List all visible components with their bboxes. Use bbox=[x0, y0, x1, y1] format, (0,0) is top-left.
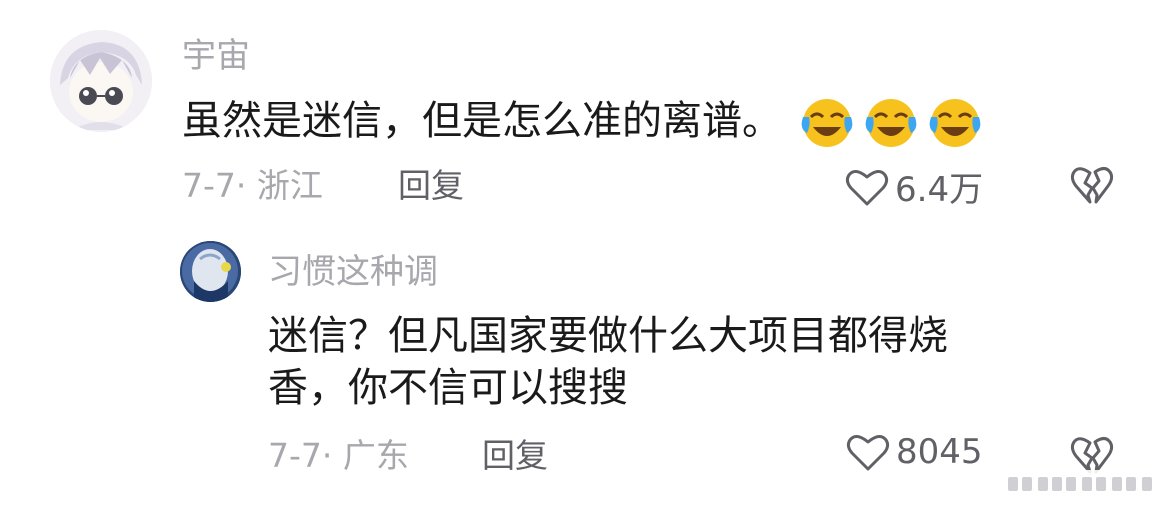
reply-button[interactable]: 回复 bbox=[482, 436, 548, 476]
avatar[interactable] bbox=[180, 241, 241, 302]
comment-meta: 7-7· 浙江 bbox=[182, 166, 323, 205]
comment-username[interactable]: 宇宙 bbox=[182, 36, 250, 76]
heart-icon bbox=[846, 435, 890, 471]
avatar[interactable] bbox=[50, 30, 152, 132]
laughing-crying-emoji bbox=[865, 99, 917, 147]
comment-text: 虽然是迷信，但是怎么准的离谱。 bbox=[182, 95, 983, 149]
comment-username[interactable]: 习惯这种调 bbox=[268, 252, 438, 292]
watermark-overlay bbox=[958, 470, 1170, 505]
emoji-row bbox=[799, 97, 983, 149]
dislike-button[interactable] bbox=[1070, 164, 1114, 210]
like-button[interactable]: 6.4万 bbox=[845, 162, 983, 211]
comment-text-line: 香，你不信可以搜搜 bbox=[268, 365, 628, 411]
comment-meta: 7-7· 广东 bbox=[268, 436, 409, 475]
comment-text: 迷信？但凡国家要做什么大项目都得烧 香，你不信可以搜搜 bbox=[268, 310, 948, 414]
laughing-crying-emoji bbox=[929, 99, 981, 147]
reply-button[interactable]: 回复 bbox=[398, 166, 464, 206]
laughing-crying-emoji bbox=[801, 99, 853, 147]
comment-text-body: 虽然是迷信，但是怎么准的离谱。 bbox=[182, 98, 782, 144]
like-count: 6.4万 bbox=[895, 170, 984, 210]
comment-text-line: 迷信？但凡国家要做什么大项目都得烧 bbox=[268, 313, 948, 359]
heart-icon bbox=[845, 169, 889, 205]
broken-heart-icon bbox=[1070, 167, 1114, 204]
